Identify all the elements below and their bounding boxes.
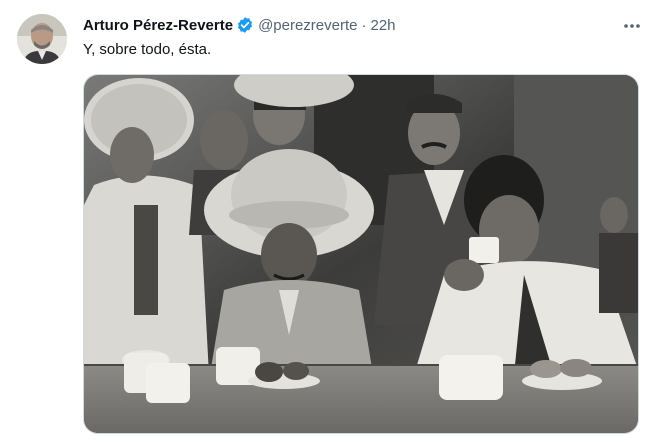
- verified-badge-icon: [236, 16, 254, 34]
- tweet-timestamp[interactable]: 22h: [371, 17, 396, 34]
- tweet[interactable]: Arturo Pérez-Reverte @perezreverte · 22h…: [0, 0, 664, 442]
- tweet-text: Y, sobre todo, ésta.: [83, 41, 212, 58]
- author-handle[interactable]: @perezreverte: [258, 17, 357, 34]
- tweet-header: Arturo Pérez-Reverte @perezreverte · 22h: [83, 14, 396, 36]
- more-horizontal-icon[interactable]: [620, 14, 644, 38]
- author-name[interactable]: Arturo Pérez-Reverte: [83, 17, 233, 34]
- photo-scene: [84, 75, 638, 433]
- header-separator: ·: [361, 16, 367, 34]
- avatar[interactable]: [17, 14, 67, 64]
- tweet-photo[interactable]: [83, 74, 639, 434]
